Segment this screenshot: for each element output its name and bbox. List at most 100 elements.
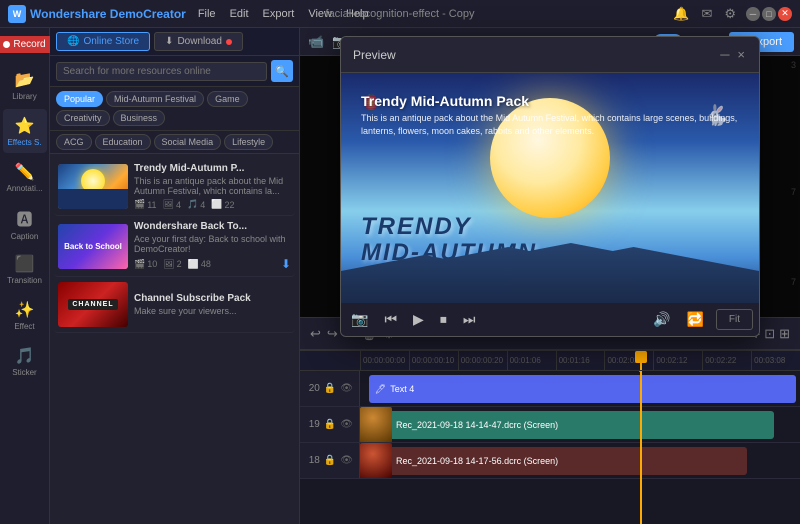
eye-icon-18[interactable]: 👁	[340, 455, 353, 466]
sidebar-item-library[interactable]: 📂 Library	[3, 63, 47, 107]
close-button[interactable]: ✕	[778, 7, 792, 21]
download-label: Download	[177, 36, 221, 47]
cat-popular[interactable]: Popular	[56, 91, 103, 107]
playhead[interactable]	[640, 371, 642, 524]
cat-education[interactable]: Education	[95, 134, 151, 150]
ruler-mark: 00:00:00:20	[458, 351, 507, 371]
lock-icon-19[interactable]: 🔒	[324, 419, 336, 430]
pack-desc: This is an antique pack about the Mid Au…	[361, 112, 739, 137]
preview-skip-forward-button[interactable]: ⏭	[459, 309, 480, 330]
lock-icon-20[interactable]: 🔒	[324, 383, 336, 394]
item-thumbnail: Back to School	[58, 224, 128, 269]
online-store-label: Online Store	[83, 36, 139, 47]
menu-edit[interactable]: Edit	[224, 6, 255, 22]
message-icon[interactable]: ✉	[699, 4, 714, 24]
minimize-button[interactable]: ─	[746, 7, 760, 21]
sidebar-item-transition[interactable]: ⬛ Transition	[3, 247, 47, 291]
list-item[interactable]: Back to School Wondershare Back To... Ac…	[54, 216, 295, 277]
preview-volume-button[interactable]: 🔊	[649, 309, 674, 330]
track-label-20: 20 🔒 👁	[300, 371, 360, 406]
track-20: 20 🔒 👁 🖊 Text 4	[300, 371, 800, 407]
ruler-mark: 00:00:00:00	[360, 351, 409, 371]
preview-loop-button[interactable]: 🔁	[682, 309, 707, 330]
timeline-ruler: 00:00:00:00 00:00:00:10 00:00:00:20 00:0…	[300, 351, 800, 371]
effects-icon: ⭐	[15, 116, 35, 136]
list-item[interactable]: Trendy Mid-Autumn P... This is an antiqu…	[54, 158, 295, 216]
tab-online-store[interactable]: 🌐 Online Store	[56, 32, 150, 51]
sidebar-item-effects[interactable]: ⭐ Effects S.	[3, 109, 47, 153]
eye-icon-20[interactable]: 👁	[340, 383, 353, 394]
library-icon: 📂	[15, 70, 35, 90]
track-content-19[interactable]: Rec_2021-09-18 14-14-47.dcrc (Screen)	[360, 407, 800, 442]
item-info: Trendy Mid-Autumn P... This is an antiqu…	[134, 163, 291, 210]
redo-button[interactable]: ↪	[327, 326, 338, 342]
main-layout: Record 📂 Library ⭐ Effects S. ✏️ Annotat…	[0, 28, 800, 524]
full-timeline-button[interactable]: ⊞	[779, 326, 790, 342]
item-info: Wondershare Back To... Ace your first da…	[134, 221, 291, 271]
timeline: 00:00:00:00 00:00:00:10 00:00:00:20 00:0…	[300, 349, 800, 524]
menu-export[interactable]: Export	[257, 6, 301, 22]
left-toolbar: Record 📂 Library ⭐ Effects S. ✏️ Annotat…	[0, 28, 50, 524]
download-item-button[interactable]: ⬇	[281, 257, 291, 271]
record-button[interactable]: Record	[0, 36, 54, 53]
search-input[interactable]	[56, 62, 267, 81]
items-list: Trendy Mid-Autumn P... This is an antiqu…	[50, 154, 299, 524]
preview-camera-button[interactable]: 📷	[347, 309, 372, 330]
track-19: 19 🔒 👁 Rec_2021-09-18 14-14-47.dcrc (Scr…	[300, 407, 800, 443]
tab-download[interactable]: ⬇ Download	[154, 32, 243, 51]
item-desc: Make sure your viewers...	[134, 306, 291, 316]
transition-label: Transition	[7, 276, 42, 285]
track-clip-19[interactable]: Rec_2021-09-18 14-14-47.dcrc (Screen)	[360, 411, 774, 439]
sticker-icon: 🎵	[15, 346, 35, 366]
maximize-button[interactable]: □	[762, 7, 776, 21]
video-preview: 3 7 7 Preview ─ ×	[300, 56, 800, 317]
preview-skip-back-button[interactable]: ⏮	[380, 309, 401, 330]
ruler-mark: 00:01:06	[507, 351, 556, 371]
sidebar-item-caption[interactable]: 🅰 Caption	[3, 201, 47, 245]
cat-creativity[interactable]: Creativity	[56, 110, 110, 126]
track-clip-20[interactable]: 🖊 Text 4	[369, 375, 796, 403]
search-button[interactable]: 🔍	[271, 60, 293, 82]
lock-icon-18[interactable]: 🔒	[324, 455, 336, 466]
meta-image: 🖼 4	[163, 199, 181, 210]
item-meta: 🎬 10 🖼 2 ⬜ 48 ⬇	[134, 257, 291, 271]
ruler-mark: 00:01:16	[556, 351, 605, 371]
preview-fit-button[interactable]: Fit	[716, 309, 753, 330]
track-thumbnail-18	[360, 443, 392, 478]
cat-game[interactable]: Game	[207, 91, 248, 107]
preview-controls: 📷 ⏮ ▶ ⏹ ⏭ 🔊 🔁 Fit	[341, 303, 759, 336]
fit-timeline-button[interactable]: ⊡	[764, 326, 775, 342]
track-content-18[interactable]: Rec_2021-09-18 14-17-56.dcrc (Screen)	[360, 443, 800, 478]
preview-close-button[interactable]: ×	[735, 45, 747, 64]
sidebar-item-sticker[interactable]: 🎵 Sticker	[3, 339, 47, 383]
track-18: 18 🔒 👁 Rec_2021-09-18 14-17-56.dcrc (Scr…	[300, 443, 800, 479]
screen-record-icon[interactable]: 📹	[306, 32, 326, 52]
cat-lifestyle[interactable]: Lifestyle	[224, 134, 273, 150]
track-content-20[interactable]: 🖊 Text 4	[360, 371, 800, 406]
cat-business[interactable]: Business	[113, 110, 166, 126]
caption-icon: 🅰	[16, 206, 32, 230]
meta-audio: 🎵 4	[187, 199, 205, 210]
track-clip-18[interactable]: Rec_2021-09-18 14-17-56.dcrc (Screen)	[360, 447, 747, 475]
track-number-18: 18	[309, 455, 320, 466]
ruler-marks: 00:00:00:00 00:00:00:10 00:00:00:20 00:0…	[360, 351, 800, 371]
menu-file[interactable]: File	[192, 6, 222, 22]
eye-icon-19[interactable]: 👁	[340, 419, 353, 430]
cat-mid-autumn[interactable]: Mid-Autumn Festival	[106, 91, 204, 107]
sidebar-item-effect[interactable]: ✨ Effect	[3, 293, 47, 337]
preview-minimize-icon[interactable]: ─	[718, 45, 731, 64]
store-tabs: 🌐 Online Store ⬇ Download	[50, 28, 299, 56]
cat-acg[interactable]: ACG	[56, 134, 92, 150]
preview-stop-button[interactable]: ⏹	[436, 309, 451, 330]
preview-header: Preview ─ ×	[341, 37, 759, 73]
list-item[interactable]: CHANNEL Channel Subscribe Pack Make sure…	[54, 277, 295, 333]
cat-social-media[interactable]: Social Media	[154, 134, 222, 150]
timeline-tracks: 20 🔒 👁 🖊 Text 4 19 🔒	[300, 371, 800, 524]
notification-icon[interactable]: 🔔	[671, 4, 691, 24]
undo-button[interactable]: ↩	[310, 326, 321, 342]
sidebar-item-annotations[interactable]: ✏️ Annotati...	[3, 155, 47, 199]
track-thumbnail-19	[360, 407, 392, 442]
item-title: Wondershare Back To...	[134, 221, 291, 232]
settings-icon[interactable]: ⚙	[722, 4, 738, 24]
preview-play-button[interactable]: ▶	[409, 309, 428, 330]
